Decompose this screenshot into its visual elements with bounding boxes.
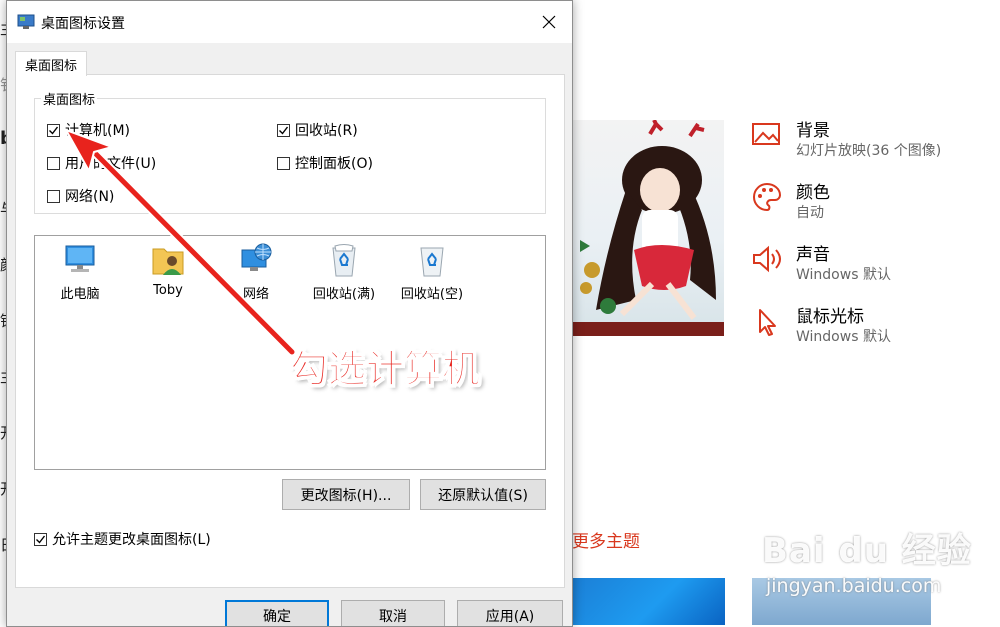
speaker-icon — [753, 245, 781, 273]
setting-title: 鼠标光标 — [796, 307, 864, 327]
setting-sound[interactable]: 声音 Windows 默认 — [750, 240, 990, 290]
checkmark-icon — [279, 126, 289, 135]
tab-desktop-icons[interactable]: 桌面图标 — [15, 51, 87, 76]
setting-subtitle: Windows 默认 — [796, 329, 891, 345]
theme-thumbnail[interactable] — [572, 578, 725, 625]
checkbox-label: 允许主题更改桌面图标(L) — [52, 532, 211, 548]
user-folder-icon — [152, 248, 184, 275]
checkmark-icon — [49, 126, 59, 135]
setting-title: 声音 — [796, 245, 830, 265]
checkbox-box[interactable] — [47, 189, 60, 203]
allow-themes-checkbox[interactable]: 允许主题更改桌面图标(L) — [34, 529, 211, 549]
checkbox-box[interactable] — [47, 156, 60, 170]
more-themes-link[interactable]: 更多主题 — [572, 527, 640, 552]
icon-label: 回收站(空) — [400, 287, 464, 302]
close-icon — [542, 15, 556, 29]
recycle-bin-checkbox[interactable]: 回收站(R) — [277, 120, 358, 140]
picture-icon — [752, 123, 780, 145]
checkbox-label: 控制面板(O) — [295, 156, 373, 172]
list-item[interactable]: 回收站(满) — [304, 242, 384, 312]
recycle-bin-empty-icon — [420, 247, 444, 277]
list-item[interactable]: 此电脑 — [40, 242, 120, 312]
baidu-watermark: Bai du 经验 jingyan.baidu.com — [742, 515, 982, 605]
list-item[interactable]: Toby — [128, 242, 208, 312]
list-item[interactable]: 回收站(空) — [392, 242, 472, 312]
restore-default-button[interactable]: 还原默认值(S) — [420, 479, 546, 510]
tab-panel: 桌面图标 计算机(M) 回收站(R) 用户的文件(U) 控制面板(O) 网络(N… — [15, 74, 565, 588]
apply-button[interactable]: 应用(A) — [457, 600, 563, 626]
desktop-settings-icon — [17, 14, 35, 29]
icon-label: 此电脑 — [60, 287, 100, 302]
setting-background[interactable]: 背景 幻灯片放映(36 个图像) — [750, 116, 990, 166]
user-files-checkbox[interactable]: 用户的文件(U) — [47, 153, 156, 173]
watermark-url: jingyan.baidu.com — [766, 575, 942, 597]
desktop-icons-group: 桌面图标 计算机(M) 回收站(R) 用户的文件(U) 控制面板(O) 网络(N… — [34, 89, 546, 214]
setting-color[interactable]: 颜色 自动 — [750, 178, 990, 228]
icon-label: Toby — [153, 283, 183, 298]
setting-subtitle: 幻灯片放映(36 个图像) — [796, 143, 942, 159]
setting-subtitle: 自动 — [796, 205, 824, 221]
group-title: 桌面图标 — [41, 89, 98, 108]
annotation-label: 勾选计算机 — [289, 347, 481, 392]
icon-label: 网络 — [242, 287, 269, 302]
setting-mouse-cursor[interactable]: 鼠标光标 Windows 默认 — [750, 302, 990, 352]
watermark-brand: Bai du 经验 — [762, 531, 972, 571]
ok-button[interactable]: 确定 — [225, 600, 329, 626]
computer-icon — [65, 245, 95, 272]
network-checkbox[interactable]: 网络(N) — [47, 186, 114, 206]
checkbox-box[interactable] — [47, 123, 60, 137]
network-icon — [241, 243, 272, 271]
setting-title: 背景 — [796, 121, 830, 141]
palette-icon — [753, 182, 782, 212]
checkbox-box[interactable] — [277, 123, 290, 137]
dialog-title: 桌面图标设置 — [41, 16, 125, 32]
desktop-icon-settings-dialog: 桌面图标设置 桌面图标 桌面图标 计算机(M) 回收站(R) 用户的文件(U) … — [6, 0, 573, 627]
checkbox-label: 网络(N) — [65, 189, 115, 205]
setting-title: 颜色 — [796, 183, 830, 203]
control-panel-checkbox[interactable]: 控制面板(O) — [277, 153, 373, 173]
checkbox-label: 回收站(R) — [295, 123, 358, 139]
list-item[interactable]: 网络 — [216, 242, 296, 312]
dialog-titlebar[interactable]: 桌面图标设置 — [7, 1, 572, 43]
change-icon-button[interactable]: 更改图标(H)... — [282, 479, 410, 510]
setting-subtitle: Windows 默认 — [796, 267, 891, 283]
cursor-icon — [759, 309, 776, 336]
checkbox-box[interactable] — [277, 156, 290, 170]
checkmark-icon — [36, 535, 46, 544]
checkbox-label: 计算机(M) — [65, 123, 131, 139]
cancel-button[interactable]: 取消 — [341, 600, 445, 626]
checkbox-label: 用户的文件(U) — [65, 156, 157, 172]
computer-checkbox[interactable]: 计算机(M) — [47, 120, 130, 140]
theme-preview-image — [572, 120, 724, 336]
close-button[interactable] — [526, 1, 572, 43]
recycle-bin-full-icon — [332, 244, 356, 277]
checkbox-box[interactable] — [34, 532, 47, 546]
icon-label: 回收站(满) — [312, 287, 376, 302]
